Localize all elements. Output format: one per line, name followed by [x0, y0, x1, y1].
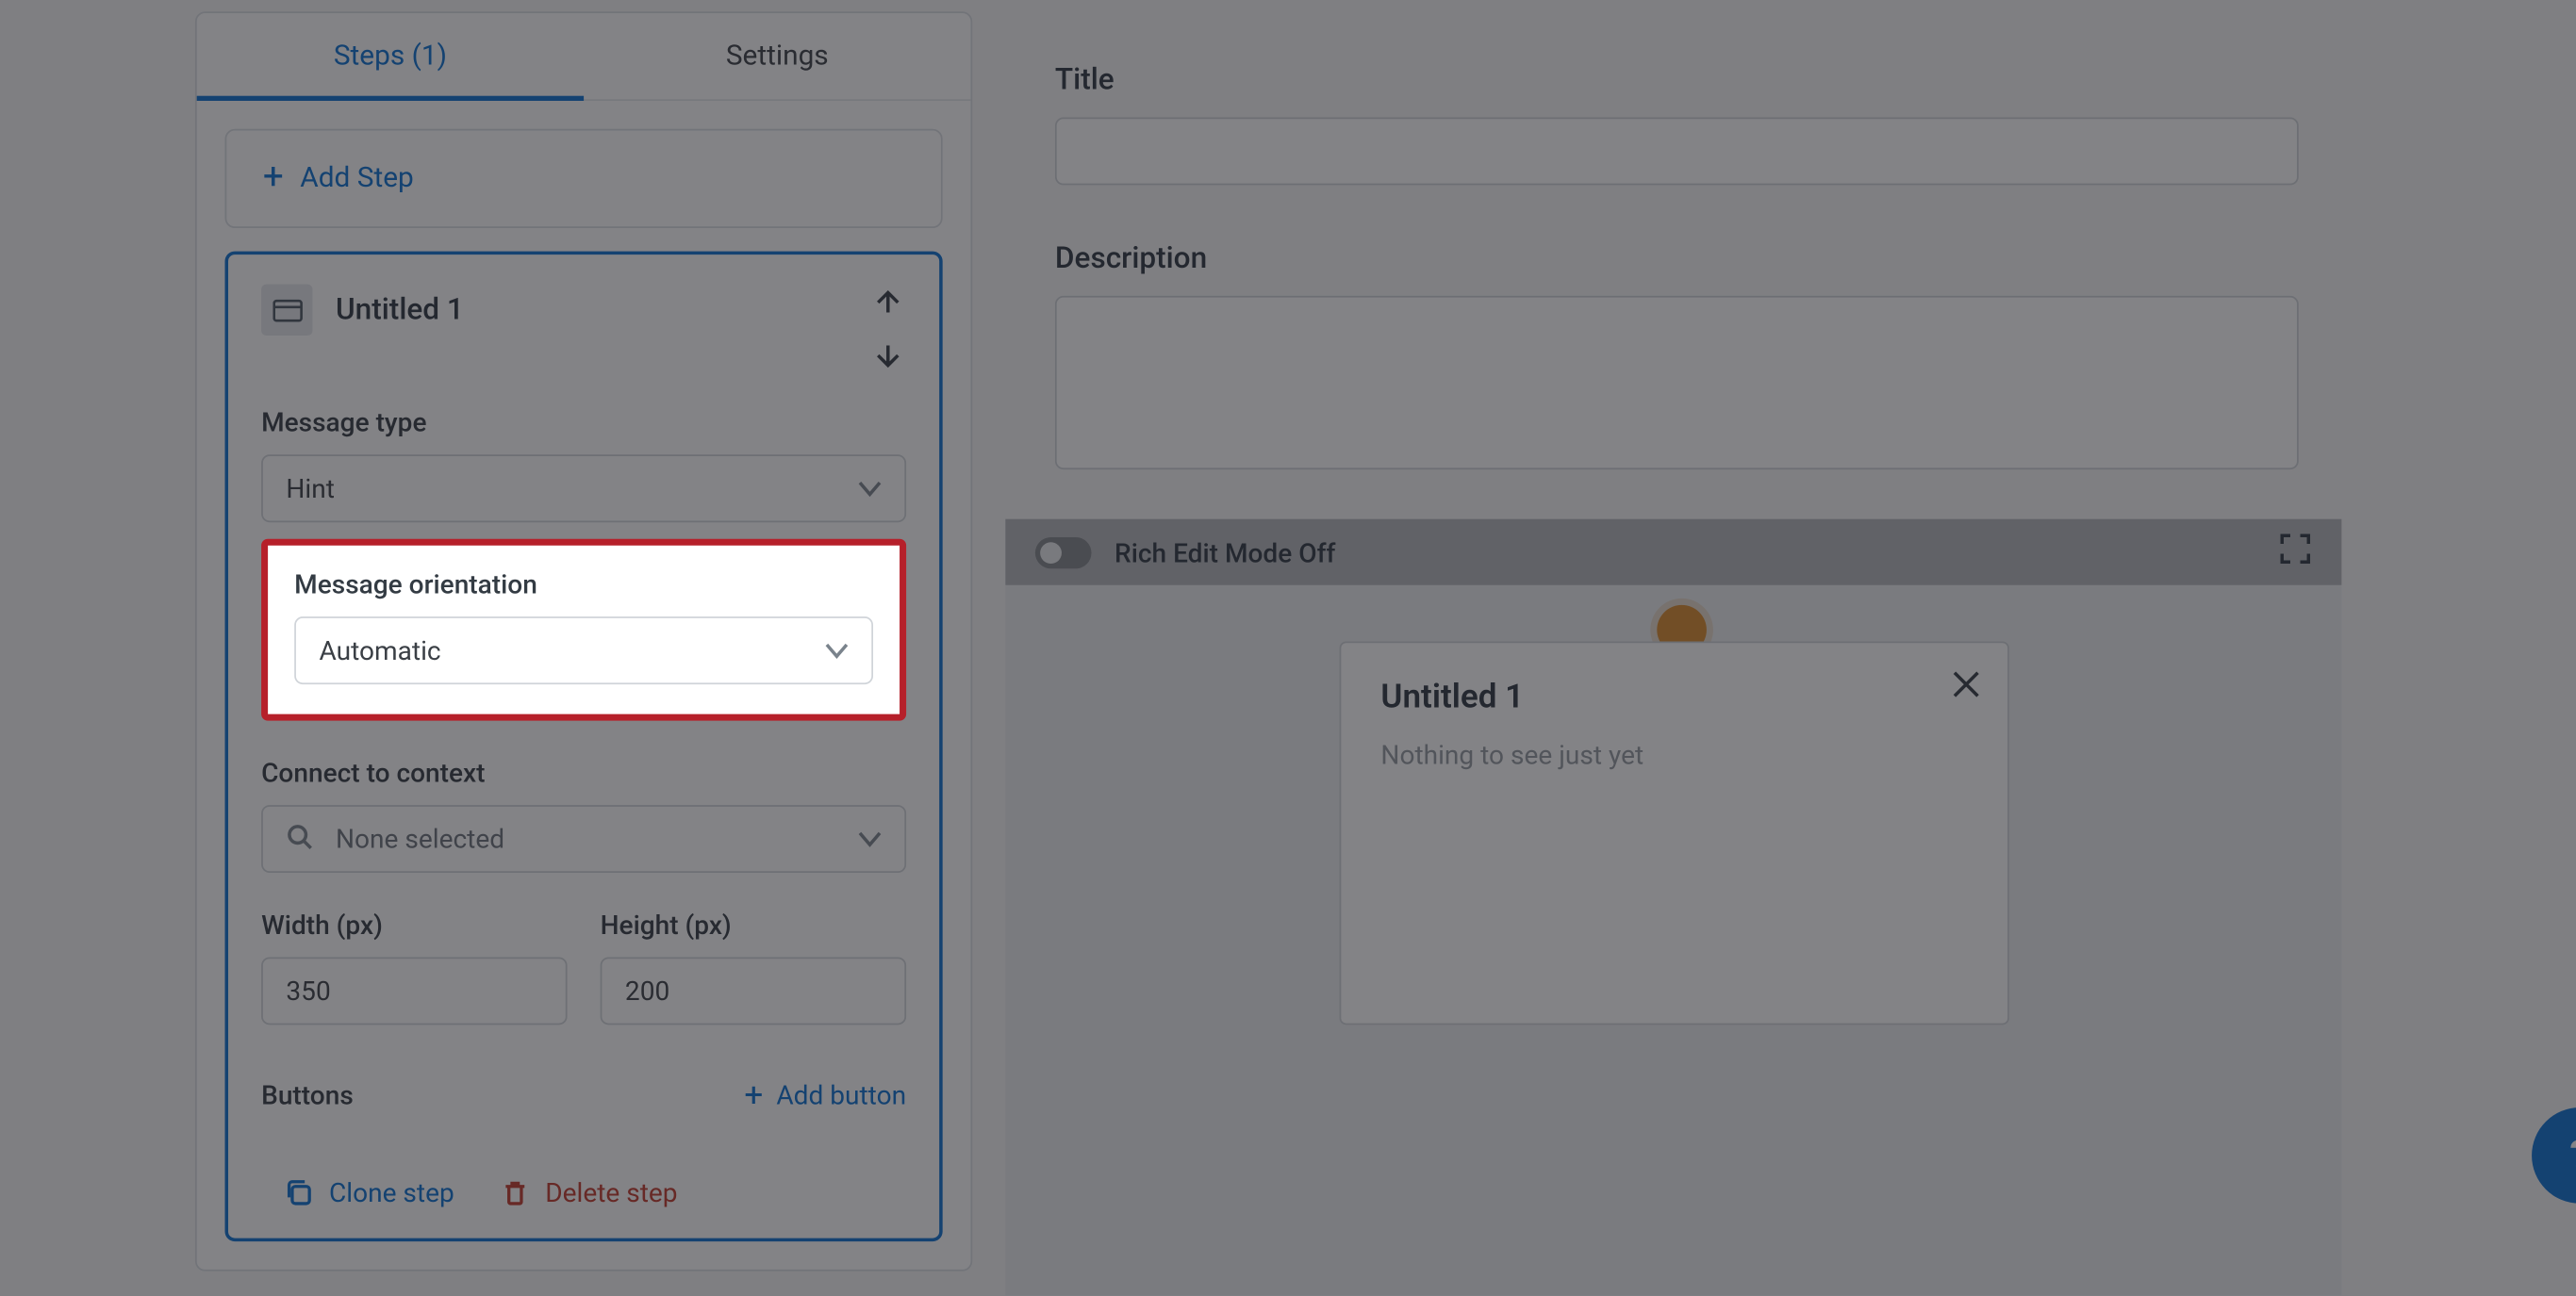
add-button-button[interactable]: + Add button	[744, 1075, 906, 1114]
move-up-button[interactable]	[869, 287, 906, 318]
connect-context-field: Connect to context None selected	[261, 757, 906, 873]
connect-context-label: Connect to context	[261, 757, 906, 788]
message-orientation-select[interactable]: Automatic	[294, 616, 873, 684]
tab-row: Steps (1) Settings	[197, 13, 971, 101]
tab-steps[interactable]: Steps (1)	[197, 13, 584, 99]
reorder-controls	[869, 285, 906, 370]
add-step-button[interactable]: + Add Step	[225, 129, 943, 228]
delete-step-button[interactable]: Delete step	[501, 1177, 678, 1208]
hint-preview-body: Nothing to see just yet	[1380, 739, 1968, 770]
width-input[interactable]	[286, 959, 542, 1023]
clone-step-button[interactable]: Clone step	[285, 1177, 454, 1208]
copy-icon	[285, 1178, 313, 1206]
step-title: Untitled 1	[336, 285, 847, 328]
left-panel: Steps (1) Settings + Add Step Untitled 1	[195, 11, 972, 1271]
connect-context-value: None selected	[336, 823, 504, 854]
message-type-value: Hint	[286, 473, 335, 504]
message-orientation-label: Message orientation	[294, 568, 873, 599]
chevron-down-icon	[858, 823, 882, 854]
arrow-up-icon	[875, 289, 901, 316]
width-label: Width (px)	[261, 910, 567, 941]
panel-body: + Add Step Untitled 1	[197, 101, 971, 1270]
hint-preview-title: Untitled 1	[1380, 676, 1968, 715]
delete-step-label: Delete step	[545, 1177, 677, 1208]
add-step-label: Add Step	[300, 162, 413, 195]
title-input[interactable]	[1055, 118, 2299, 186]
description-input[interactable]	[1055, 296, 2299, 469]
move-down-button[interactable]	[869, 340, 906, 370]
buttons-label: Buttons	[261, 1078, 354, 1109]
clone-step-label: Clone step	[329, 1177, 454, 1208]
chevron-down-icon	[825, 634, 849, 665]
rich-edit-label: Rich Edit Mode Off	[1115, 536, 1335, 567]
add-button-label: Add button	[776, 1078, 906, 1109]
step-header: Untitled 1	[261, 285, 906, 370]
card-icon	[261, 285, 312, 336]
height-label: Height (px)	[601, 910, 906, 941]
description-label: Description	[1055, 241, 2362, 276]
expand-button[interactable]	[2279, 533, 2312, 572]
title-label: Title	[1055, 63, 2362, 98]
editor-toolbar: Rich Edit Mode Off	[1005, 519, 2341, 585]
height-input-wrap	[601, 957, 906, 1025]
message-type-select[interactable]: Hint	[261, 454, 906, 522]
search-icon	[286, 823, 312, 856]
chevron-down-icon	[858, 473, 882, 504]
step-card: Untitled 1 Message type Hint	[225, 252, 943, 1242]
close-icon	[1951, 669, 1981, 699]
height-field: Height (px)	[601, 910, 906, 1025]
message-orientation-value: Automatic	[319, 634, 440, 665]
editor-canvas: Untitled 1 Nothing to see just yet	[1005, 585, 2341, 1296]
card-actions: Clone step Delete step	[261, 1177, 906, 1208]
right-area: Title Description Rich Edit Mode Off Unt…	[1005, 0, 2361, 1296]
trash-icon	[501, 1178, 529, 1206]
rich-edit-toggle[interactable]	[1035, 536, 1092, 567]
expand-icon	[2279, 533, 2312, 566]
width-input-wrap	[261, 957, 567, 1025]
help-button[interactable]: ?	[2532, 1107, 2576, 1204]
message-type-label: Message type	[261, 406, 906, 437]
tab-settings[interactable]: Settings	[584, 13, 970, 99]
hint-preview: Untitled 1 Nothing to see just yet	[1340, 641, 2009, 1025]
height-input[interactable]	[625, 959, 882, 1023]
plus-icon: +	[263, 160, 284, 197]
message-orientation-field: Message orientation Automatic	[261, 539, 906, 721]
arrow-down-icon	[875, 342, 901, 369]
width-field: Width (px)	[261, 910, 567, 1025]
plus-icon: +	[744, 1075, 763, 1114]
connect-context-select[interactable]: None selected	[261, 805, 906, 873]
help-icon: ?	[2569, 1132, 2576, 1178]
message-type-field: Message type Hint	[261, 406, 906, 522]
hint-preview-close-button[interactable]	[1951, 669, 1981, 706]
buttons-field: Buttons + Add button	[261, 1075, 906, 1114]
